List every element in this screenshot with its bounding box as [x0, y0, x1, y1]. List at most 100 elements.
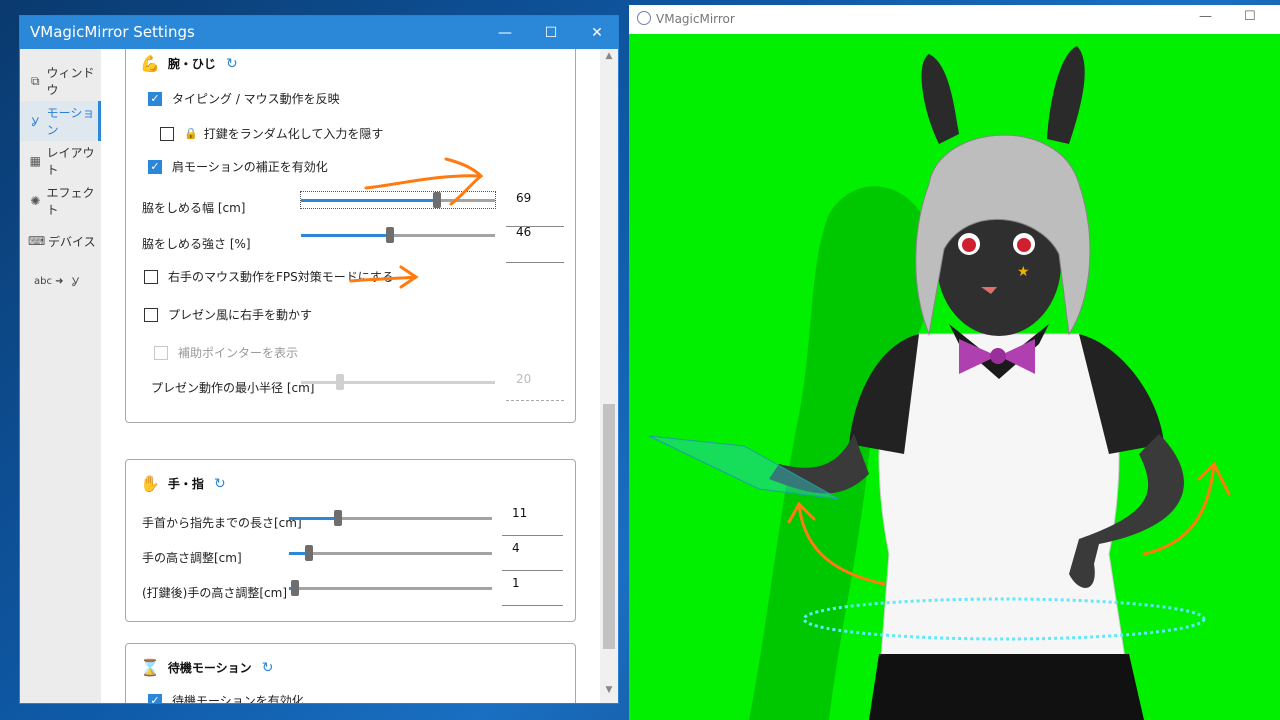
avatar-viewport[interactable]: ★	[629, 34, 1280, 720]
checkbox-box	[154, 345, 168, 360]
settings-titlebar[interactable]: VMagicMirror Settings — ☐ ✕	[20, 16, 618, 49]
sidebar: ⧉ ウィンドウ Ỿ モーション ▦ レイアウト ✺ エフェクト ⌨ デバイス a…	[20, 49, 101, 703]
word-to-motion-icon: Ỿ	[71, 274, 80, 289]
checkbox-label: 待機モーションを有効化	[172, 694, 304, 703]
presentation-radius-slider	[301, 374, 495, 390]
checkbox-label: 肩モーションの補正を有効化	[172, 160, 328, 174]
sidebar-item-window[interactable]: ⧉ ウィンドウ	[20, 61, 101, 101]
presentation-radius-label: プレゼン動作の最小半径 [cm]	[151, 381, 315, 395]
enable-idle-checkbox[interactable]: ✓ 待機モーションを有効化	[148, 692, 304, 703]
section-title: 待機モーション	[167, 661, 252, 675]
avatar-render: ★	[648, 46, 1231, 720]
wrist-to-tip-input[interactable]: 11	[502, 502, 563, 536]
hand-height-slider[interactable]	[289, 545, 492, 561]
hand-finger-card: ✋ 手・指 ↻ 手首から指先までの長さ[cm] 11 手の高さ調整[cm] 4 …	[125, 459, 576, 622]
checkbox-box	[144, 269, 158, 284]
checkbox-check-icon: ✓	[148, 693, 162, 703]
close-button[interactable]: ✕	[574, 16, 618, 49]
sidebar-item-effect[interactable]: ✺ エフェクト	[20, 181, 101, 221]
slider-thumb[interactable]	[386, 227, 395, 243]
waist-width-label: 脇をしめる幅 [cm]	[142, 201, 246, 215]
sidebar-item-motion[interactable]: Ỿ モーション	[20, 101, 101, 141]
sidebar-item-label: レイアウト	[46, 146, 95, 177]
hand-height-after-input[interactable]: 1	[502, 572, 563, 606]
checkbox-label: プレゼン風に右手を動かす	[168, 308, 313, 322]
waist-width-slider[interactable]	[300, 191, 496, 209]
avatar-torso	[878, 333, 1130, 685]
maximize-button[interactable]: ☐	[528, 16, 574, 49]
checkbox-label: 補助ポインターを表示	[178, 346, 299, 360]
reset-icon[interactable]: ↻	[214, 476, 226, 492]
window-icon: ⧉	[30, 73, 40, 88]
slider-thumb[interactable]	[291, 580, 300, 596]
idle-motion-card: ⌛ 待機モーション ↻ ✓ 待機モーションを有効化	[125, 643, 576, 703]
slider-thumb	[335, 374, 344, 390]
app-logo-icon	[637, 11, 651, 25]
sidebar-item-label: エフェクト	[46, 186, 95, 217]
person-motion-icon: Ỿ	[31, 114, 39, 129]
waist-strength-slider[interactable]	[301, 227, 495, 243]
reset-icon[interactable]: ↻	[226, 56, 238, 72]
slider-thumb[interactable]	[333, 510, 342, 526]
shoulder-correction-checkbox[interactable]: ✓ 肩モーションの補正を有効化	[148, 158, 328, 175]
sidebar-item-label: モーション	[46, 106, 95, 137]
maximize-button[interactable]: ☐	[1244, 9, 1256, 24]
sidebar-item-word-to-motion[interactable]: abc ➜ Ỿ	[20, 261, 101, 301]
arm-elbow-card: 💪 腕・ひじ ↻ ✓ タイピング / マウス動作を反映 🔒 打鍵をランダム化して…	[125, 49, 576, 423]
hand-section-header: ✋ 手・指 ↻	[140, 474, 226, 493]
mirror-window: VMagicMirror — ☐ ★	[629, 5, 1280, 720]
presentation-radius-input: 20	[506, 368, 564, 401]
avatar-ear-left	[921, 54, 959, 144]
sidebar-item-device[interactable]: ⌨ デバイス	[20, 221, 101, 261]
hourglass-icon: ⌛	[140, 658, 160, 677]
minimize-button[interactable]: —	[1199, 9, 1212, 24]
wrist-to-tip-slider[interactable]	[289, 510, 492, 526]
section-title: 腕・ひじ	[167, 57, 216, 71]
motion-settings-panel[interactable]: 💪 腕・ひじ ↻ ✓ タイピング / マウス動作を反映 🔒 打鍵をランダム化して…	[101, 49, 600, 703]
mirror-title: VMagicMirror	[656, 12, 735, 26]
checkbox-box	[160, 126, 174, 141]
window-title: VMagicMirror Settings	[30, 23, 195, 41]
presentation-checkbox[interactable]: プレゼン風に右手を動かす	[144, 306, 312, 323]
minimize-button[interactable]: —	[482, 16, 528, 49]
hand-height-label: 手の高さ調整[cm]	[142, 551, 242, 565]
sidebar-item-layout[interactable]: ▦ レイアウト	[20, 141, 101, 181]
wrist-to-tip-label: 手首から指先までの長さ[cm]	[142, 516, 302, 530]
typing-mouse-checkbox[interactable]: ✓ タイピング / マウス動作を反映	[148, 90, 340, 107]
hand-icon: ✋	[140, 474, 160, 493]
waist-strength-input[interactable]: 46	[506, 221, 564, 263]
hand-height-after-label: (打鍵後)手の高さ調整[cm]	[142, 586, 288, 600]
sidebar-item-label: abc ➜	[34, 275, 64, 287]
waist-strength-label: 脇をしめる強さ [%]	[142, 237, 251, 251]
avatar-ear-right	[1047, 46, 1085, 144]
slider-thumb[interactable]	[432, 192, 441, 208]
checkbox-label: 打鍵をランダム化して入力を隠す	[203, 127, 384, 141]
checkbox-box	[144, 307, 158, 322]
slider-thumb[interactable]	[305, 545, 314, 561]
reset-icon[interactable]: ↻	[262, 660, 274, 676]
avatar-star-icon: ★	[1017, 264, 1030, 280]
layout-icon: ▦	[29, 154, 41, 168]
arm-section-header: 💪 腕・ひじ ↻	[140, 54, 238, 73]
settings-window: VMagicMirror Settings — ☐ ✕ ⧉ ウィンドウ Ỿ モー…	[19, 15, 619, 704]
avatar-bow-knot	[990, 348, 1006, 364]
lock-icon: 🔒	[184, 127, 198, 140]
randomize-keys-checkbox[interactable]: 🔒 打鍵をランダム化して入力を隠す	[160, 125, 383, 142]
checkbox-label: タイピング / マウス動作を反映	[172, 92, 340, 106]
vertical-scrollbar[interactable]: ▲ ▼	[600, 49, 618, 703]
hand-height-after-slider[interactable]	[289, 580, 492, 596]
sidebar-item-label: デバイス	[48, 234, 96, 249]
show-pointer-checkbox: 補助ポインターを表示	[154, 344, 298, 361]
scroll-up-icon[interactable]: ▲	[600, 51, 618, 67]
arm-icon: 💪	[140, 54, 160, 73]
scrollbar-thumb[interactable]	[603, 404, 615, 649]
effect-icon: ✺	[30, 194, 41, 208]
fps-mode-checkbox[interactable]: 右手のマウス動作をFPS対策モードにする	[144, 268, 394, 285]
hand-height-input[interactable]: 4	[502, 537, 563, 571]
checkbox-check-icon: ✓	[148, 159, 162, 174]
idle-section-header: ⌛ 待機モーション ↻	[140, 658, 273, 677]
scroll-down-icon[interactable]: ▼	[600, 685, 618, 701]
mirror-titlebar[interactable]: VMagicMirror — ☐	[629, 5, 1280, 34]
sidebar-item-label: ウィンドウ	[46, 66, 95, 97]
device-icon: ⌨	[28, 234, 46, 248]
